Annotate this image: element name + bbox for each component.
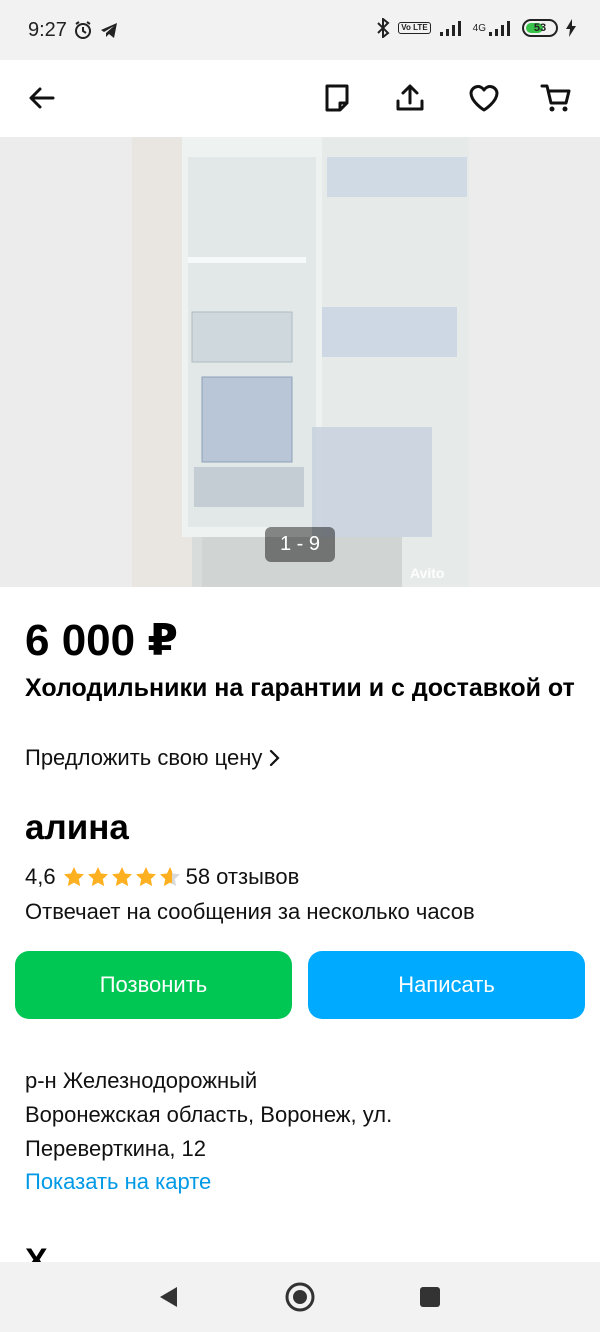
circle-home-icon	[285, 1282, 315, 1312]
response-time: Отвечает на сообщения за несколько часов	[25, 899, 475, 924]
photo-gallery[interactable]: 1 - 9 Avito	[0, 137, 600, 587]
share-button[interactable]	[386, 74, 434, 122]
app-bar	[0, 60, 600, 136]
charging-icon	[566, 19, 576, 37]
chevron-right-icon	[270, 749, 280, 767]
address-line-1: Воронежская область, Воронеж, ул.	[25, 1102, 393, 1127]
heart-icon	[469, 85, 499, 112]
favorite-button[interactable]	[460, 74, 508, 122]
triangle-back-icon	[160, 1287, 177, 1307]
note-button[interactable]	[313, 74, 361, 122]
star-icon	[159, 867, 180, 887]
telegram-icon	[101, 23, 117, 38]
bluetooth-icon	[377, 18, 390, 38]
square-recents-icon	[420, 1287, 440, 1307]
back-arrow-icon	[29, 87, 55, 109]
fridge-photo-image	[132, 137, 469, 587]
star-icon	[135, 867, 156, 887]
offer-price-link[interactable]: Предложить свою цену	[25, 745, 280, 771]
listing-title: Холодильники на гарантии и с доставкой о…	[25, 674, 575, 702]
listing-photo[interactable]	[132, 137, 469, 587]
alarm-icon	[75, 21, 91, 39]
cart-icon	[540, 84, 571, 112]
network-type: 4G	[472, 22, 486, 34]
call-button[interactable]: Позвонить	[15, 951, 292, 1019]
note-icon	[325, 84, 349, 112]
offer-price-label: Предложить свою цену	[25, 745, 263, 770]
signal-icon	[439, 21, 461, 36]
next-section-heading-partial: Х	[25, 1244, 48, 1264]
star-icon	[63, 867, 84, 887]
rating-value: 4,6	[25, 864, 56, 889]
cart-button[interactable]	[532, 74, 580, 122]
address: р-н Железнодорожный Воронежская область,…	[25, 1064, 392, 1166]
navigation-bar	[0, 1262, 600, 1332]
status-system-icons: Vo LTE 4G 53	[376, 18, 576, 38]
back-button[interactable]	[18, 74, 66, 122]
address-line-2: Переверткина, 12	[25, 1136, 207, 1161]
battery-icon: 53	[522, 19, 558, 37]
nav-recents-button[interactable]	[412, 1279, 448, 1315]
status-bar: 9:27 Vo LTE 4G 53	[0, 0, 600, 60]
star-icon	[87, 867, 108, 887]
show-on-map-link[interactable]: Показать на карте	[25, 1169, 211, 1195]
status-time: 9:27	[28, 19, 67, 41]
nav-back-button[interactable]	[150, 1279, 186, 1315]
status-notification-icons	[73, 20, 119, 40]
photo-counter: 1 - 9	[265, 527, 335, 562]
signal-icon-2	[489, 21, 510, 36]
watermark-logo: Avito	[410, 565, 445, 581]
star-icon	[111, 867, 132, 887]
address-district: р-н Железнодорожный	[25, 1068, 258, 1093]
nav-home-button[interactable]	[282, 1279, 318, 1315]
rating-stars	[62, 865, 182, 889]
share-icon	[396, 84, 424, 111]
volte-icon: Vo LTE	[398, 22, 431, 34]
listing-price: 6 000 ₽	[25, 616, 178, 665]
seller-name[interactable]: алина	[25, 808, 129, 848]
write-button[interactable]: Написать	[308, 951, 585, 1019]
seller-rating[interactable]: 4,6 58 отзывов	[25, 864, 299, 890]
reviews-count: 58 отзывов	[185, 864, 300, 889]
